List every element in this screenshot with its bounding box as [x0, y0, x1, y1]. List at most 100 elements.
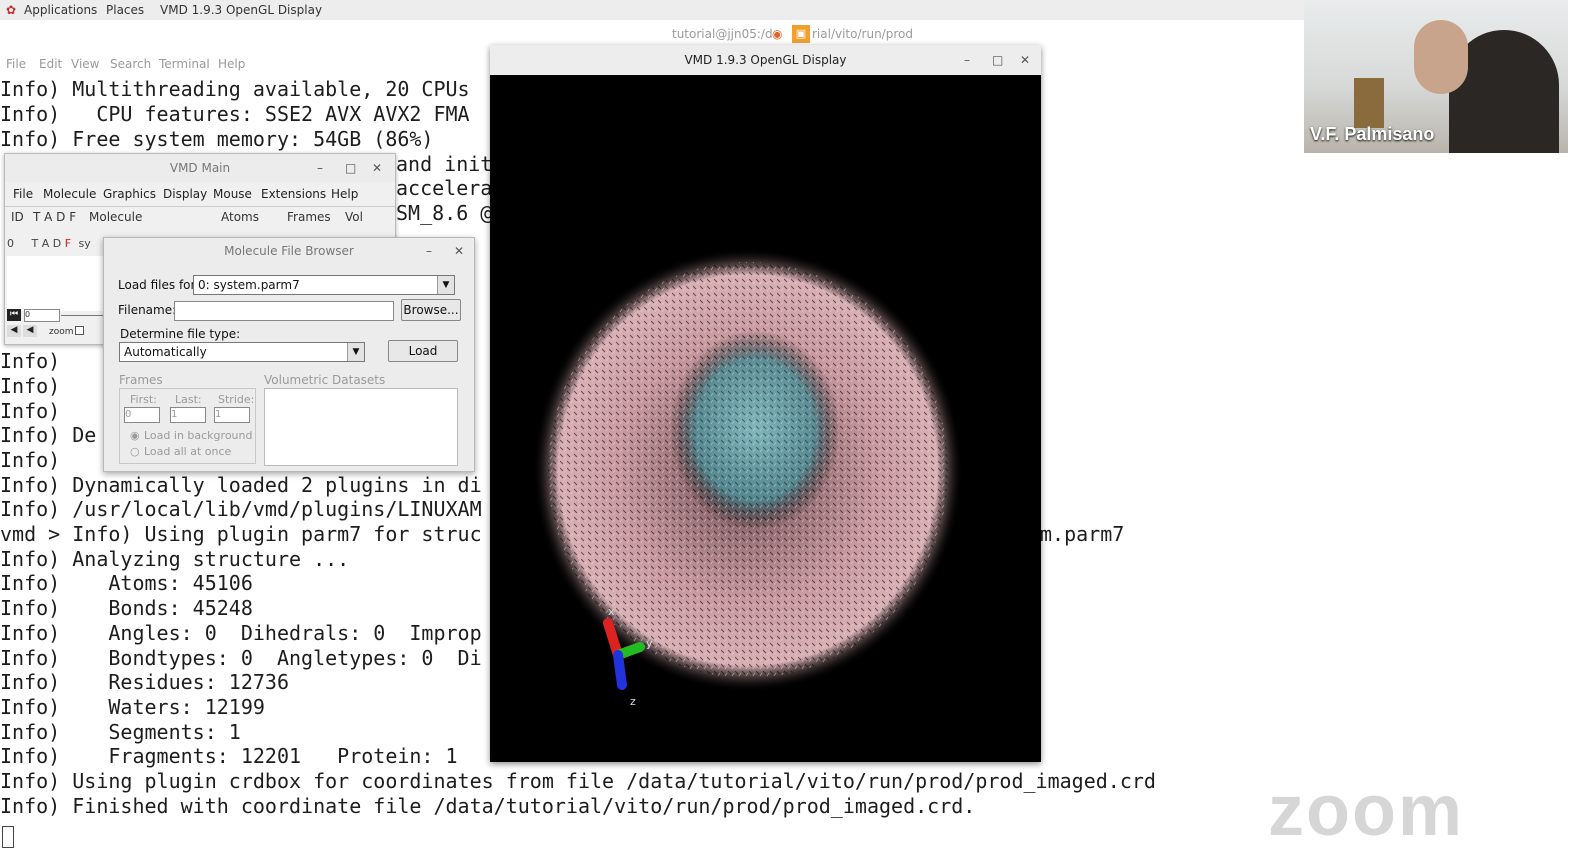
vmd-menu-mouse[interactable]: Mouse — [213, 187, 252, 201]
load-button[interactable]: Load — [388, 340, 458, 362]
terminal-menu-help[interactable]: Help — [218, 57, 245, 71]
vmd-menu-extensions[interactable]: Extensions — [261, 187, 326, 201]
last-field[interactable]: 1 — [170, 407, 206, 423]
col-id[interactable]: ID — [11, 210, 24, 224]
applications-menu[interactable]: Applications — [24, 3, 97, 17]
step-back-icon[interactable]: ◀ — [7, 325, 21, 337]
firefox-icon[interactable]: ◉ — [772, 27, 782, 41]
load-once-radio[interactable]: ○ — [130, 445, 140, 458]
terminal-menu-edit[interactable]: Edit — [39, 57, 62, 71]
minimize-icon[interactable]: – — [426, 238, 432, 264]
terminal-line: Info) Analyzing structure ... — [0, 547, 350, 571]
minimize-icon[interactable]: – — [317, 154, 323, 182]
file-browser-title: Molecule File Browser — [224, 244, 354, 258]
terminal-line: Info) Free system memory: 54GB (86%) — [0, 127, 434, 151]
molecule-fix-flag[interactable]: F — [65, 237, 71, 250]
col-atoms[interactable]: Atoms — [221, 210, 259, 224]
opengl-title: VMD 1.9.3 OpenGL Display — [684, 53, 847, 67]
terminal-line: Info) Atoms: 45106 — [0, 571, 253, 595]
vmd-main-title: VMD Main — [169, 161, 231, 175]
close-icon[interactable]: ✕ — [454, 238, 464, 264]
molecule-file-browser[interactable]: Molecule File Browser – ✕ Load files for… — [103, 237, 475, 472]
terminal-menu-file[interactable]: File — [6, 57, 26, 71]
vmd-main-titlebar[interactable]: VMD Main – □ ✕ — [5, 154, 395, 182]
col-molecule[interactable]: Molecule — [89, 210, 142, 224]
molecule-flags[interactable]: T A D — [32, 237, 62, 250]
zoom-watermark: zoom — [1268, 771, 1464, 851]
terminal-fragment: m.parm7 — [1040, 522, 1125, 546]
terminal-line: Info) Waters: 12199 — [0, 695, 265, 719]
load-for-label: Load files for: — [118, 278, 200, 292]
vmd-menu-graphics[interactable]: Graphics — [103, 187, 156, 201]
load-for-value: 0: system.parm7 — [198, 278, 300, 292]
filetype-select[interactable]: Automatically ▼ — [119, 342, 365, 362]
terminal-menu-terminal[interactable]: Terminal — [159, 57, 210, 71]
vmd-menu-file[interactable]: File — [13, 187, 33, 201]
terminal-line: Info) Residues: 12736 — [0, 670, 289, 694]
terminal-line: Info) Bondtypes: 0 Angletypes: 0 Di — [0, 646, 482, 670]
molecule-list-header: ID T A D F Molecule Atoms Frames Vol — [5, 207, 395, 225]
load-for-select[interactable]: 0: system.parm7 ▼ — [193, 275, 455, 295]
volumetric-list[interactable] — [264, 388, 458, 466]
filename-input[interactable] — [174, 301, 394, 321]
places-menu[interactable]: Places — [106, 3, 144, 17]
col-vol[interactable]: Vol — [345, 210, 363, 224]
first-field[interactable]: 0 — [124, 407, 160, 423]
frames-label: Frames — [119, 373, 163, 387]
file-browser-titlebar[interactable]: Molecule File Browser – ✕ — [104, 238, 474, 264]
terminal-line: Info) Multithreading available, 20 CPUs — [0, 77, 470, 101]
maximize-icon[interactable]: □ — [992, 45, 1003, 75]
close-icon[interactable]: ✕ — [372, 154, 382, 182]
terminal-menu-view[interactable]: View — [71, 57, 99, 71]
molecule-list-area[interactable] — [7, 256, 107, 311]
browse-button[interactable]: Browse... — [401, 299, 461, 321]
chevron-down-icon[interactable]: ▼ — [437, 276, 454, 294]
col-tadf[interactable]: T A D F — [33, 210, 76, 224]
filetype-value: Automatically — [124, 345, 207, 359]
frames-panel: First: Last: Stride: 0 1 1 ◉ Load in bac… — [119, 388, 256, 464]
terminal-cursor — [2, 826, 14, 848]
molecule-row[interactable]: 0 T A D F sy — [7, 237, 91, 250]
terminal-line: Info) Fragments: 12201 Protein: 1 — [0, 744, 458, 768]
axis-x-label: x — [608, 605, 615, 618]
terminal-line: Info) Dynamically loaded 2 plugins in di — [0, 473, 482, 497]
terminal-line: Info) — [0, 448, 61, 472]
rewind-icon[interactable]: ⏮ — [7, 309, 21, 321]
frame-slider[interactable] — [61, 315, 107, 316]
molecule-render-canvas[interactable]: x y z — [490, 75, 1041, 762]
stride-field[interactable]: 1 — [214, 407, 250, 423]
close-icon[interactable]: ✕ — [1020, 45, 1030, 75]
terminal-line: Info) Finished with coordinate file /dat… — [0, 794, 976, 818]
minimize-icon[interactable]: – — [964, 45, 970, 75]
webcam-tile[interactable]: V.F. Palmisano — [1304, 0, 1568, 153]
molecule-render: x y z — [533, 248, 963, 708]
zoom-label: zoom — [49, 327, 74, 337]
protein-texture — [675, 335, 835, 525]
terminal-line: Info) — [0, 349, 61, 373]
terminal-title-left: tutorial@jjn05:/d — [672, 27, 773, 41]
vmd-menu-display[interactable]: Display — [163, 187, 207, 201]
load-background-label: Load in background — [144, 429, 253, 442]
filename-label: Filename: — [118, 303, 177, 317]
animation-controls: ⏮ 0 ◀ ◀ zoom — [7, 309, 107, 341]
opengl-titlebar[interactable]: VMD 1.9.3 OpenGL Display – □ ✕ — [490, 45, 1041, 75]
terminal-menu-search[interactable]: Search — [110, 57, 151, 71]
zoom-checkbox[interactable] — [75, 326, 84, 335]
play-back-icon[interactable]: ◀ — [23, 325, 37, 337]
terminal-fragment: accelera — [396, 176, 493, 200]
files-icon[interactable]: ▣ — [792, 25, 810, 43]
stride-label: Stride: — [218, 393, 255, 406]
frame-field[interactable]: 0 — [24, 309, 60, 322]
col-frames[interactable]: Frames — [287, 210, 331, 224]
axis-z-label: z — [630, 695, 636, 708]
opengl-display-window[interactable]: VMD 1.9.3 OpenGL Display – □ ✕ x y z — [490, 45, 1041, 762]
vmd-menu-help[interactable]: Help — [331, 187, 358, 201]
maximize-icon[interactable]: □ — [345, 154, 356, 182]
active-app-label[interactable]: VMD 1.9.3 OpenGL Display — [160, 3, 322, 17]
first-label: First: — [130, 393, 157, 406]
chevron-down-icon[interactable]: ▼ — [347, 343, 364, 361]
applications-icon[interactable]: ✿ — [6, 3, 16, 17]
vmd-menu-molecule[interactable]: Molecule — [43, 187, 96, 201]
background-shelf — [1354, 78, 1384, 128]
load-background-radio[interactable]: ◉ — [130, 429, 140, 442]
